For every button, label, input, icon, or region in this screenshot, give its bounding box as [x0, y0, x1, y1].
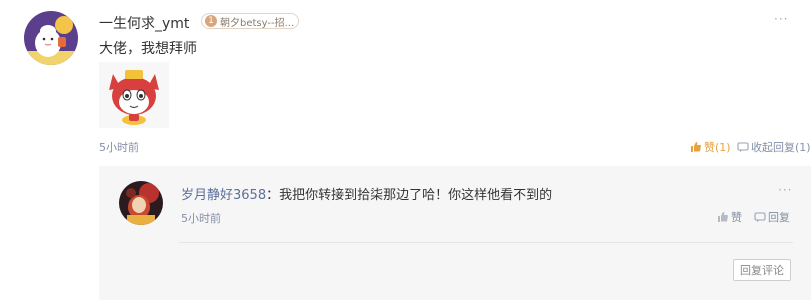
reply-comment-button[interactable]: 回复评论 [733, 259, 791, 281]
reply-timestamp: 5小时前 [181, 212, 221, 225]
comment-username[interactable]: 一生何求_ymt [99, 13, 189, 33]
reply-like-label: 赞 [731, 211, 742, 224]
fan-badge[interactable]: 1 朝夕betsy--招... [201, 13, 299, 29]
cat-sticker-image [99, 62, 169, 128]
divider [179, 242, 793, 243]
more-options-icon[interactable]: ··· [774, 12, 788, 26]
thumbs-up-icon [690, 141, 702, 153]
fan-badge-name: 朝夕betsy--招... [220, 17, 294, 29]
reply-like-button[interactable]: 赞 [717, 209, 742, 225]
comment-bubble-icon [737, 141, 749, 153]
like-button[interactable]: 赞 (1) [690, 139, 731, 155]
fan-level: 1 [205, 15, 217, 27]
reply-to-reply-button[interactable]: 回复 [754, 209, 790, 225]
reply-separator: ： [266, 188, 280, 203]
reply-more-options-icon[interactable]: ··· [778, 183, 792, 197]
reply-text: 我把你转接到拾柒那边了哈！你这样他看不到的 [279, 188, 553, 203]
reply-username[interactable]: 岁月静好3658 [181, 188, 266, 203]
avatar[interactable] [24, 11, 78, 65]
reply-avatar[interactable] [119, 181, 163, 225]
comment-bubble-icon [754, 211, 766, 223]
comment-text: 大佬，我想拜师 [99, 41, 197, 57]
thumbs-up-icon [717, 211, 729, 223]
like-count: (1) [715, 140, 731, 154]
comment-timestamp: 5小时前 [99, 141, 139, 154]
collapse-replies-button[interactable]: 收起回复(1) [737, 139, 811, 155]
reply-content: 岁月静好3658：我把你转接到拾柒那边了哈！你这样他看不到的 [181, 184, 552, 203]
reply-reply-label: 回复 [768, 211, 790, 224]
like-label: 赞 [704, 141, 715, 154]
collapse-label: 收起回复(1) [751, 141, 811, 154]
